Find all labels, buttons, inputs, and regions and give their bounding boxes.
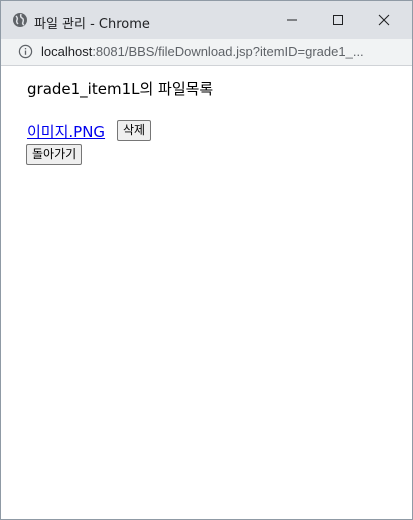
minimize-button[interactable] [269, 1, 315, 39]
delete-button[interactable]: 삭제 [117, 120, 152, 141]
browser-window: 파일 관리 - Chrome localhost:8081/BBS/fileDo… [0, 0, 413, 520]
file-link[interactable]: 이미지.PNG [27, 121, 105, 142]
close-button[interactable] [361, 1, 407, 39]
maximize-button[interactable] [315, 1, 361, 39]
address-bar[interactable]: localhost:8081/BBS/fileDownload.jsp?item… [1, 39, 412, 66]
title-bar: 파일 관리 - Chrome [1, 1, 412, 39]
url-text[interactable]: localhost:8081/BBS/fileDownload.jsp?item… [41, 44, 396, 59]
globe-icon [13, 13, 27, 27]
url-host: localhost [41, 44, 93, 59]
url-path: :8081/BBS/fileDownload.jsp?itemID=grade1… [92, 44, 364, 59]
window-title: 파일 관리 - Chrome [34, 17, 150, 32]
maximize-icon [333, 15, 343, 25]
page-content: grade1_item1L의 파일목록 이미지.PNG 삭제 돌아가기 [1, 66, 412, 519]
back-button[interactable]: 돌아가기 [26, 144, 83, 165]
minimize-icon [287, 19, 297, 21]
page-heading: grade1_item1L의 파일목록 [27, 80, 214, 98]
close-icon [378, 14, 390, 26]
info-icon[interactable] [18, 44, 33, 59]
